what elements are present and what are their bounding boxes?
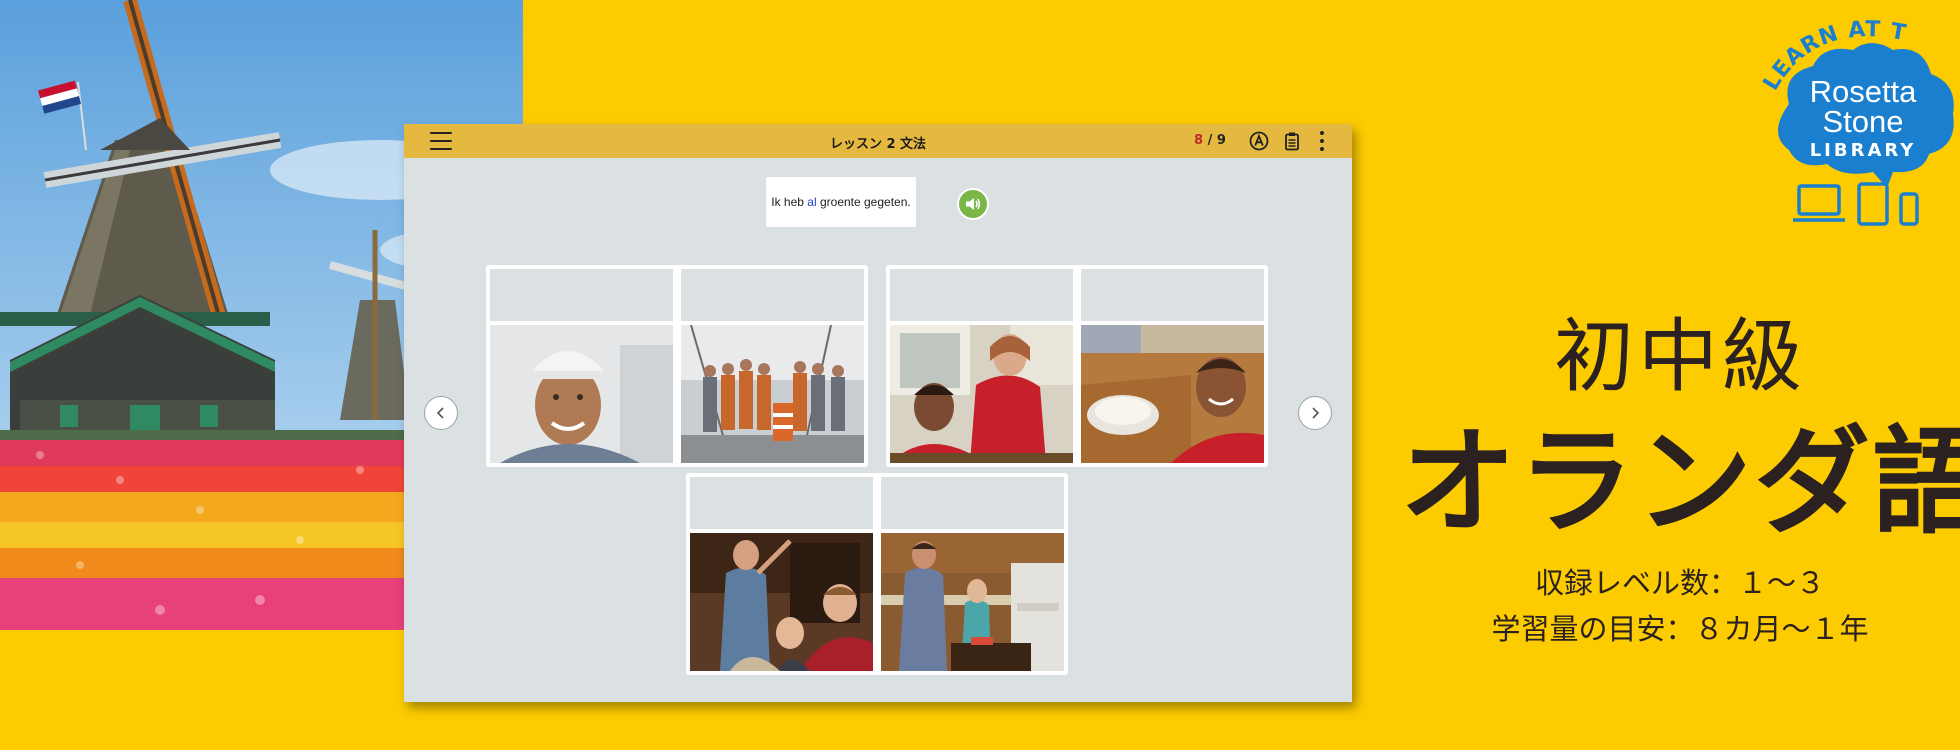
lesson-progress: 8 / 9 [1194, 133, 1226, 148]
answer-card-3[interactable] [890, 269, 1073, 463]
prompt-sentence: Ik heb al groente gegeten. [766, 177, 916, 227]
photo-boy-with-dish [1081, 325, 1264, 463]
lesson-window: レッスン 2 文法 8 / 9 Ik heb al groente gegete… [404, 124, 1352, 702]
photo-worker-hardhat [490, 325, 673, 463]
prompt-before: Ik heb [771, 195, 808, 209]
card-label-slot [681, 269, 864, 321]
rosetta-stone-library-logo: LEARN AT THE Rosetta Stone LIBRARY [1743, 0, 1958, 234]
answer-card-6[interactable] [881, 477, 1064, 671]
card-label-slot [490, 269, 673, 321]
kebab-icon[interactable] [1318, 129, 1326, 153]
devices-icon [1793, 182, 1919, 226]
speaker-icon[interactable] [957, 188, 989, 220]
photo-road-crew [681, 325, 864, 463]
duration-info: 学習量の目安：８カ月～１年 [1491, 612, 1869, 646]
lesson-header: レッスン 2 文法 8 / 9 [404, 124, 1352, 158]
levels-info: 収録レベル数：１～３ [1534, 566, 1825, 600]
card-pair-1 [486, 265, 868, 467]
chevron-left-icon[interactable] [424, 396, 458, 430]
photo-father-daughter-kitchen [881, 533, 1064, 671]
card-label-slot [1081, 269, 1264, 321]
answer-a-icon[interactable] [1249, 131, 1269, 151]
card-label-slot [881, 477, 1064, 529]
photo-family-living-room [690, 533, 873, 671]
progress-separator: / [1203, 133, 1217, 148]
card-pair-2 [886, 265, 1268, 467]
answer-card-4[interactable] [1081, 269, 1264, 463]
card-label-slot [890, 269, 1073, 321]
card-label-slot [690, 477, 873, 529]
prompt-highlight: al [807, 195, 817, 209]
answer-card-1[interactable] [490, 269, 673, 463]
progress-current: 8 [1194, 133, 1204, 148]
menu-icon[interactable] [430, 132, 452, 150]
language-title: オランダ語 [1400, 415, 1960, 550]
chevron-right-icon[interactable] [1298, 396, 1332, 430]
progress-total: 9 [1216, 133, 1226, 148]
answer-card-5[interactable] [690, 477, 873, 671]
prompt-after: groente gegeten. [816, 195, 911, 209]
badge-line3: LIBRARY [1810, 140, 1917, 161]
notes-icon[interactable] [1282, 131, 1302, 151]
badge-line2: Stone [1822, 104, 1903, 139]
card-pair-3 [686, 473, 1068, 675]
answer-card-2[interactable] [681, 269, 864, 463]
photo-boy-and-mother [890, 325, 1073, 463]
